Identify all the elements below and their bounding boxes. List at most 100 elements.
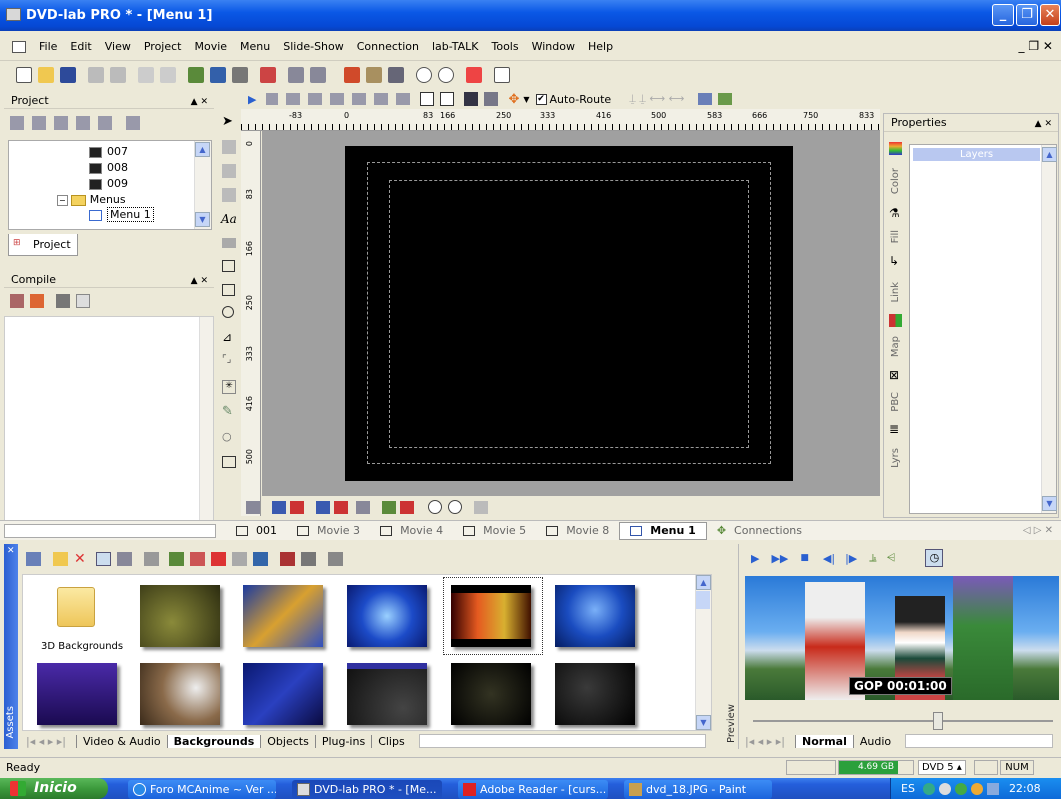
- ellipse-tool-icon[interactable]: [222, 306, 234, 318]
- tool-icon[interactable]: [330, 93, 345, 105]
- disc-type-select[interactable]: DVD 5 ▴: [918, 760, 966, 775]
- tab-movie8[interactable]: Movie 8: [536, 522, 619, 540]
- maximize-button[interactable]: ❐: [1016, 4, 1038, 26]
- zoom-out-icon[interactable]: [448, 500, 462, 514]
- new-icon[interactable]: [16, 66, 32, 83]
- audio-icon[interactable]: [98, 116, 112, 130]
- compile-icon[interactable]: [210, 66, 226, 83]
- menu-labtalk[interactable]: lab-TALK: [432, 40, 478, 53]
- polygon-tool-icon[interactable]: ⊿: [222, 330, 232, 344]
- tool-icon[interactable]: [286, 93, 301, 105]
- play-icon[interactable]: ▶: [751, 552, 759, 565]
- marquee-tool-icon[interactable]: ⌜⌟: [222, 354, 231, 365]
- background-thumbnail[interactable]: [140, 663, 220, 725]
- tool-icon[interactable]: [26, 552, 41, 566]
- vts-icon[interactable]: [126, 116, 140, 130]
- panel-controls[interactable]: ▲ ✕: [1035, 116, 1052, 133]
- tab-pbc[interactable]: PBC: [890, 392, 901, 412]
- text-tool-icon[interactable]: Aa: [221, 212, 237, 226]
- tab-link[interactable]: Link: [890, 282, 901, 302]
- tree-folder-menus[interactable]: − Menus: [57, 193, 126, 206]
- tab-nav-arrows[interactable]: |◂ ◂ ▸ ▸|: [745, 735, 785, 748]
- menu-edit[interactable]: Edit: [70, 40, 91, 53]
- preview-slider[interactable]: [753, 712, 1053, 730]
- menu-canvas[interactable]: [345, 146, 793, 481]
- tool-icon[interactable]: [222, 238, 236, 248]
- align-icon[interactable]: ⍊ ⍊ ⟷ ⟷: [629, 92, 684, 106]
- taskbar-item-paint[interactable]: dvd_18.JPG - Paint: [624, 780, 772, 799]
- chapter-icon[interactable]: ⩤: [887, 551, 896, 565]
- compile-tool-icon[interactable]: [56, 294, 70, 308]
- tray-icon[interactable]: [922, 782, 935, 795]
- tool-icon[interactable]: [222, 164, 236, 178]
- tool-icon[interactable]: [210, 552, 226, 566]
- delete-icon[interactable]: ✕: [74, 551, 86, 567]
- tool-icon[interactable]: [327, 552, 343, 566]
- zoom-out-icon[interactable]: [438, 66, 454, 83]
- background-thumbnail[interactable]: [555, 585, 635, 647]
- tray-icon[interactable]: [986, 782, 999, 795]
- slider-thumb[interactable]: [933, 712, 943, 730]
- fast-forward-icon[interactable]: ▶▶: [771, 552, 788, 565]
- undo-icon[interactable]: [138, 66, 154, 83]
- add-movie-icon[interactable]: [10, 116, 24, 130]
- binoculars-icon[interactable]: [232, 66, 248, 83]
- marker-icon[interactable]: ⫡: [869, 551, 876, 565]
- view-icon[interactable]: [95, 552, 111, 566]
- tree-scrollbar[interactable]: ▲ ▼: [194, 141, 211, 229]
- canvas-workspace[interactable]: [262, 131, 880, 496]
- tool-icon[interactable]: [382, 500, 396, 514]
- snap-icon[interactable]: ✥: [508, 92, 519, 107]
- tool-icon[interactable]: [272, 500, 286, 514]
- background-thumbnail[interactable]: [451, 663, 531, 725]
- list-icon[interactable]: [288, 66, 304, 83]
- menu-help[interactable]: Help: [588, 40, 613, 53]
- menu-tools[interactable]: Tools: [491, 40, 518, 53]
- menu-connection[interactable]: Connection: [357, 40, 419, 53]
- chart-icon[interactable]: [718, 93, 733, 105]
- media-icon[interactable]: [388, 66, 404, 83]
- mdi-controls[interactable]: _ ❐ ✕: [1019, 39, 1053, 53]
- zoom-in-icon[interactable]: [416, 66, 432, 83]
- close-button[interactable]: ✕: [1040, 4, 1060, 26]
- menu-view[interactable]: View: [105, 40, 131, 53]
- menu-file[interactable]: File: [39, 40, 57, 53]
- preview-video[interactable]: GOP 00:01:00: [745, 576, 1059, 700]
- layers-scrollbar[interactable]: ▲ ▼: [1041, 145, 1057, 513]
- asset-item-3d-backgrounds[interactable]: 3D Backgrounds: [23, 583, 135, 653]
- menu-menu[interactable]: Menu: [240, 40, 270, 53]
- compile-tool-icon[interactable]: [76, 294, 90, 308]
- panel-controls[interactable]: ▲ ✕: [191, 94, 208, 111]
- dropdown-arrow-icon[interactable]: ▼: [523, 95, 529, 104]
- burn-icon[interactable]: [260, 66, 276, 83]
- menu-slideshow[interactable]: Slide-Show: [283, 40, 344, 53]
- grid-icon[interactable]: [420, 92, 435, 106]
- tab-fill[interactable]: Fill: [890, 230, 901, 243]
- tab-map[interactable]: Map: [890, 336, 901, 357]
- copy-icon[interactable]: [88, 66, 104, 83]
- taskbar-item-adobe[interactable]: Adobe Reader - [curs...: [458, 780, 608, 799]
- tab-nav-arrows[interactable]: |◂ ◂ ▸ ▸|: [26, 735, 66, 748]
- text-tool-icon[interactable]: [344, 66, 360, 83]
- start-button[interactable]: Inicio: [0, 778, 108, 799]
- next-frame-icon[interactable]: |▶: [845, 552, 857, 565]
- assets-scrollbar[interactable]: ▲ ▼: [695, 575, 711, 730]
- tab-movie3[interactable]: Movie 3: [287, 522, 370, 540]
- tray-icon[interactable]: [938, 782, 951, 795]
- compile-tool-icon[interactable]: [30, 294, 44, 308]
- tool-icon[interactable]: [300, 552, 316, 566]
- tray-icon[interactable]: [970, 782, 983, 795]
- compile-tool-icon[interactable]: [10, 294, 24, 308]
- menu-movie[interactable]: Movie: [194, 40, 227, 53]
- tab-objects[interactable]: Objects: [260, 734, 315, 748]
- tool-icon[interactable]: ○: [222, 430, 232, 443]
- tool-icon[interactable]: [356, 500, 370, 514]
- tab-color[interactable]: Color: [890, 168, 901, 194]
- taskbar-item-dvdlab[interactable]: DVD-lab PRO * - [Me...: [292, 780, 442, 799]
- safe-area-icon[interactable]: [440, 92, 455, 106]
- menu-project[interactable]: Project: [144, 40, 182, 53]
- layout-icon[interactable]: [698, 93, 713, 105]
- tool-icon[interactable]: [474, 500, 488, 514]
- background-thumbnail[interactable]: [555, 663, 635, 725]
- compile-scrollbar[interactable]: [199, 317, 213, 520]
